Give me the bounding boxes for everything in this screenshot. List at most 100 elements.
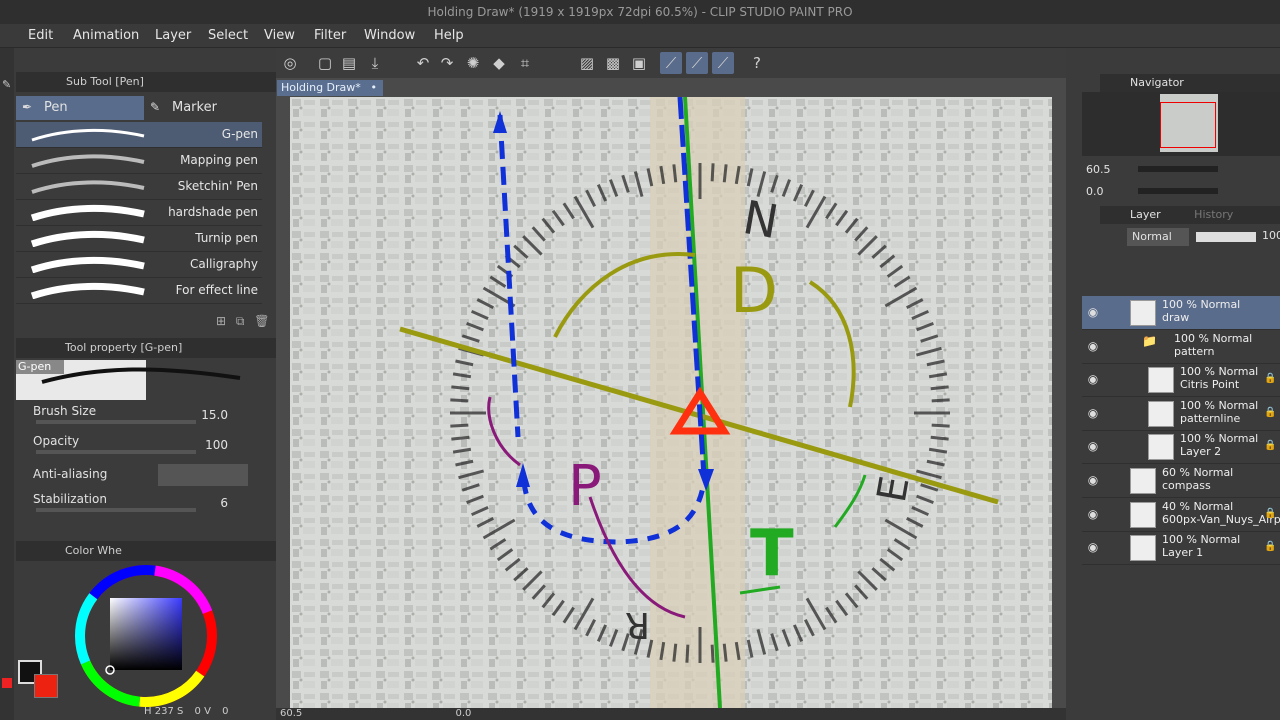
navigator-angle-slider[interactable] bbox=[1138, 188, 1218, 194]
stabilization-row[interactable]: Stabilization 6 bbox=[16, 490, 262, 518]
brush-size-value[interactable]: 15.0 bbox=[201, 408, 228, 422]
tab-pen[interactable]: ✒ Pen bbox=[16, 96, 144, 120]
opacity-label: Opacity bbox=[33, 434, 80, 448]
redo-icon[interactable]: ↷ bbox=[436, 52, 458, 74]
loading-icon[interactable]: ✺ bbox=[462, 52, 484, 74]
lock-icon[interactable]: 🔒 bbox=[1264, 440, 1276, 452]
zoom-level[interactable]: 60.5 bbox=[280, 708, 302, 719]
anti-aliasing-selector[interactable] bbox=[158, 464, 248, 486]
layer-name: 600px-Van_Nuys_Airport_-_L bbox=[1162, 512, 1280, 526]
opacity-row[interactable]: Opacity 100 bbox=[16, 432, 262, 460]
stabilization-slider[interactable] bbox=[36, 508, 196, 512]
stabilization-value[interactable]: 6 bbox=[220, 496, 228, 510]
layer-row[interactable]: ◉ 100 % Normal Citris Point 🔒 bbox=[1082, 363, 1280, 398]
compass-tick bbox=[710, 163, 715, 182]
layer-row[interactable]: ◉ 40 % Normal600px-Van_Nuys_Airport_-_L🔒 bbox=[1082, 498, 1280, 532]
layer-row[interactable]: ◉ 100 % Normal Layer 1 🔒 bbox=[1082, 531, 1280, 566]
opacity-value[interactable]: 100 bbox=[205, 438, 228, 452]
layer-opacity-mode: 100 % Normal bbox=[1162, 533, 1241, 547]
new-file-icon[interactable]: ▢ bbox=[314, 52, 336, 74]
lock-icon[interactable]: 🔒 bbox=[1264, 508, 1276, 520]
brush-item[interactable]: hardshade pen bbox=[16, 200, 262, 226]
navigator-zoom-slider[interactable] bbox=[1138, 166, 1218, 172]
clip-studio-icon[interactable]: ◎ bbox=[279, 52, 301, 74]
lock-icon[interactable]: 🔒 bbox=[1264, 407, 1276, 419]
menu-select[interactable]: Select bbox=[208, 24, 248, 48]
eye-icon[interactable]: ◉ bbox=[1086, 473, 1100, 487]
tab-marker-label: Marker bbox=[172, 100, 217, 115]
layer-opacity-mode: 100 % Normal bbox=[1180, 432, 1259, 446]
brush-item[interactable]: Calligraphy bbox=[16, 252, 262, 278]
new-subtool-icon[interactable]: ⊞ bbox=[216, 314, 226, 328]
menu-help[interactable]: Help bbox=[434, 24, 464, 48]
eye-icon[interactable]: ◉ bbox=[1086, 507, 1100, 521]
layer-row[interactable]: ◉ 100 % Normal patternline 🔒 bbox=[1082, 397, 1280, 431]
snap-ruler-icon[interactable]: ⟋ bbox=[660, 52, 682, 74]
eye-icon[interactable]: ◉ bbox=[1086, 406, 1100, 420]
brush-item[interactable]: G-pen bbox=[16, 122, 262, 148]
eye-icon[interactable]: ◉ bbox=[1086, 339, 1100, 353]
copy-subtool-icon[interactable]: ⧉ bbox=[236, 314, 245, 328]
menu-animation[interactable]: Animation bbox=[73, 24, 139, 48]
layer-opacity-slider[interactable] bbox=[1196, 232, 1256, 242]
menu-filter[interactable]: Filter bbox=[314, 24, 346, 48]
layer-row[interactable]: ◉ 60 % Normal compass bbox=[1082, 464, 1280, 498]
blend-mode-select[interactable]: Normal bbox=[1127, 228, 1189, 246]
menu-layer[interactable]: Layer bbox=[155, 24, 191, 48]
compass-tick bbox=[672, 164, 678, 183]
brush-size-row[interactable]: Brush Size 15.0 bbox=[16, 402, 262, 430]
navigator-angle[interactable]: 0.0 bbox=[1086, 185, 1104, 198]
delete-subtool-icon[interactable]: 🗑 bbox=[254, 314, 269, 328]
canvas-tab[interactable]: Holding Draw* • bbox=[277, 80, 383, 96]
layer-row[interactable]: ◉ 100 % Normal draw bbox=[1082, 296, 1280, 330]
subtool-panel-title: Sub Tool [Pen] bbox=[66, 75, 144, 88]
menu-view[interactable]: View bbox=[264, 24, 295, 48]
lock-icon[interactable]: 🔒 bbox=[1264, 541, 1276, 553]
invert-selection-icon[interactable]: ▩ bbox=[602, 52, 624, 74]
history-tab[interactable]: History bbox=[1194, 208, 1233, 221]
navigator-preview[interactable] bbox=[1082, 92, 1280, 156]
layer-name: Layer 2 bbox=[1180, 445, 1222, 459]
drawing-canvas[interactable]: N D P T E R bbox=[290, 97, 1052, 708]
help-icon[interactable]: ? bbox=[746, 52, 768, 74]
background-color[interactable] bbox=[34, 674, 58, 698]
layer-thumbnail bbox=[1148, 367, 1174, 394]
snap-special-ruler-icon[interactable]: ⟋ bbox=[686, 52, 708, 74]
clear-selection-icon[interactable]: ▨ bbox=[576, 52, 598, 74]
brush-item[interactable]: Sketchin' Pen bbox=[16, 174, 262, 200]
layer-opacity-mode: 100 % Normal bbox=[1180, 398, 1259, 412]
eye-icon[interactable]: ◉ bbox=[1086, 372, 1100, 386]
undo-icon[interactable]: ↶ bbox=[412, 52, 434, 74]
eye-icon[interactable]: ◉ bbox=[1086, 305, 1100, 319]
eye-icon[interactable]: ◉ bbox=[1086, 439, 1100, 453]
pen-tool-icon[interactable]: ✎ bbox=[2, 78, 11, 91]
opacity-slider[interactable] bbox=[36, 450, 196, 454]
crop-icon[interactable]: ▣ bbox=[628, 52, 650, 74]
transform-icon[interactable]: ⌗ bbox=[514, 52, 536, 74]
save-icon[interactable]: ⤓ bbox=[364, 52, 386, 74]
rotation-angle[interactable]: 0.0 bbox=[455, 708, 471, 719]
brush-item[interactable]: Turnip pen bbox=[16, 226, 262, 252]
color-swatch-icon[interactable] bbox=[2, 678, 12, 688]
open-file-icon[interactable]: ▤ bbox=[338, 52, 360, 74]
layer-row[interactable]: ◉ 📁 100 % Normal pattern bbox=[1082, 330, 1280, 364]
brush-item[interactable]: Mapping pen bbox=[16, 148, 262, 174]
color-wheel[interactable] bbox=[72, 562, 220, 710]
anti-aliasing-row[interactable]: Anti-aliasing bbox=[16, 462, 262, 490]
brush-size-slider[interactable] bbox=[36, 420, 196, 424]
snap-grid-icon[interactable]: ⟋ bbox=[712, 52, 734, 74]
eye-icon[interactable]: ◉ bbox=[1086, 540, 1100, 554]
brush-item[interactable]: For effect line bbox=[16, 278, 262, 304]
menu-edit[interactable]: Edit bbox=[28, 24, 53, 48]
fill-icon[interactable]: ◆ bbox=[488, 52, 510, 74]
layer-opacity-value[interactable]: 100 bbox=[1262, 229, 1280, 242]
layer-row[interactable]: ◉ 100 % Normal Layer 2 🔒 bbox=[1082, 430, 1280, 465]
navigator-viewport[interactable] bbox=[1160, 102, 1216, 148]
canvas-tab-close-icon[interactable]: • bbox=[371, 80, 378, 96]
tab-marker[interactable]: ✎ Marker bbox=[146, 96, 262, 120]
brush-item-label: For effect line bbox=[175, 283, 258, 297]
layer-tab[interactable]: Layer bbox=[1130, 208, 1161, 221]
menu-window[interactable]: Window bbox=[364, 24, 415, 48]
navigator-zoom[interactable]: 60.5 bbox=[1086, 163, 1111, 176]
lock-icon[interactable]: 🔒 bbox=[1264, 373, 1276, 385]
